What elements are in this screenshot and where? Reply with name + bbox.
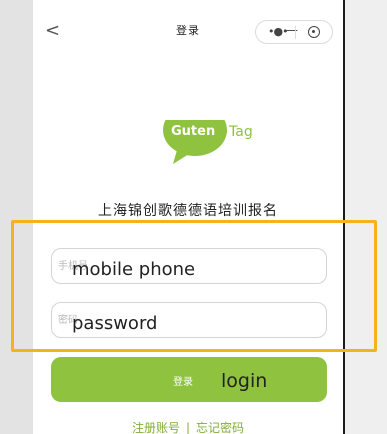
- guten-tag-logo: Guten Tag: [163, 120, 253, 164]
- login-button[interactable]: 登录 login: [51, 357, 327, 402]
- school-name: 上海锦创歌德德语培训报名: [98, 203, 278, 219]
- right-background: [343, 0, 387, 434]
- login-label: 登录: [173, 377, 193, 388]
- highlight-box: [11, 220, 377, 352]
- left-background: [0, 0, 33, 434]
- window-edge: [343, 0, 345, 434]
- forgot-password-link[interactable]: 忘记密码: [196, 419, 244, 434]
- register-link[interactable]: 注册账号: [132, 419, 180, 434]
- capsule-divider: [295, 26, 296, 39]
- minimize-icon[interactable]: —: [285, 23, 298, 38]
- login-annotation: login: [221, 370, 268, 392]
- logo-text-tag: Tag: [228, 124, 253, 140]
- close-icon[interactable]: [308, 26, 320, 38]
- mini-program-window: < 登录 •●• — Guten Tag 上海锦创歌德德语培训报名 手机号 mo…: [33, 0, 343, 434]
- capsule-menu: •●• —: [255, 20, 333, 44]
- logo-text-guten: Guten: [171, 124, 215, 139]
- footer-divider: |: [185, 421, 191, 434]
- footer-links: 注册账号 | 忘记密码: [33, 419, 343, 434]
